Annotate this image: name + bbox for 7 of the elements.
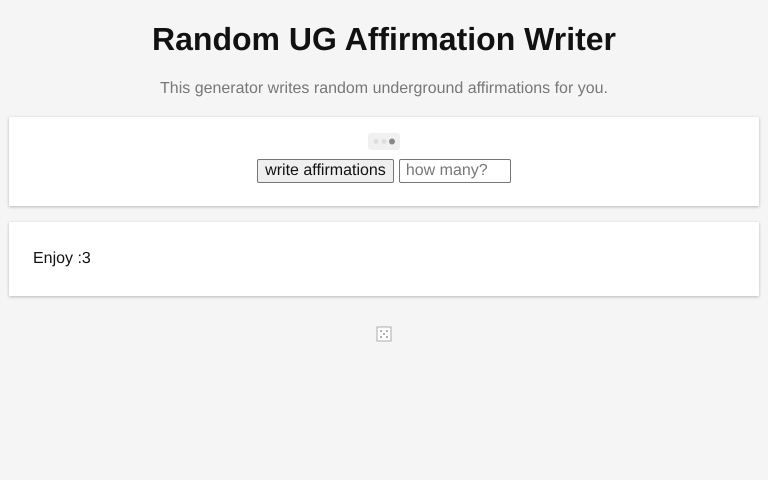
write-affirmations-button[interactable]: write affirmations xyxy=(257,159,394,183)
loading-dots-icon xyxy=(368,133,400,150)
dice-icon xyxy=(376,326,392,342)
page-title: Random UG Affirmation Writer xyxy=(150,20,617,58)
subtitle: This generator writes random underground affirmations for you. xyxy=(159,80,609,98)
output-text: Enjoy :3 xyxy=(33,250,91,268)
count-field[interactable]: how many? xyxy=(398,159,511,183)
